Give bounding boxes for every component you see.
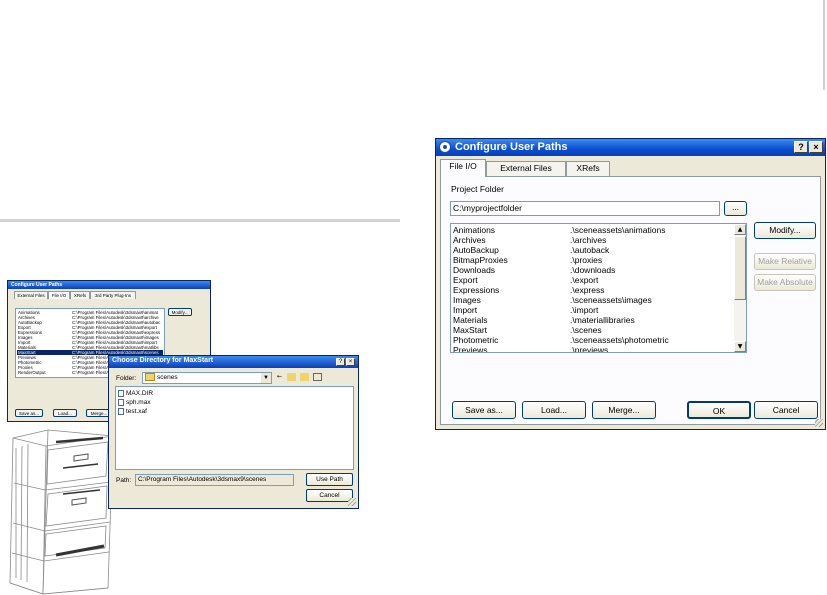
list-item[interactable]: sph.max — [118, 399, 151, 406]
folder-icon — [145, 373, 155, 382]
back-arrow-icon[interactable]: ← — [275, 373, 284, 381]
tab-file-io[interactable]: File I/O — [440, 159, 486, 177]
modify-button[interactable]: Modify... — [754, 222, 816, 239]
dialog-title: Configure User Paths — [455, 141, 568, 153]
new-folder-icon[interactable] — [300, 373, 309, 381]
list-item[interactable]: Animations .\sceneassets\animations — [451, 225, 731, 235]
save-as-button[interactable]: Save as... — [452, 401, 516, 419]
ok-button[interactable]: OK — [687, 401, 751, 419]
path-field: C:\Program Files\Autodesk\3dsmax9\scenes — [135, 474, 294, 486]
load-button[interactable]: Load... — [522, 401, 586, 419]
choose-dir-close-button[interactable]: × — [346, 358, 355, 366]
mini-title: Configure User Paths — [11, 282, 63, 288]
chevron-down-icon[interactable]: ▼ — [261, 373, 271, 383]
path-label: Path: — [116, 477, 132, 484]
list-item[interactable]: Downloads .\downloads — [451, 265, 731, 275]
mini-tab-3rd-party[interactable]: 3rd Party Plug-Ins — [90, 291, 136, 299]
section-divider — [0, 219, 400, 222]
cabinet-wireframe-illustration — [9, 429, 114, 595]
list-item[interactable]: Expressions .\express — [451, 285, 731, 295]
resize-grip-icon[interactable] — [815, 419, 823, 427]
resize-grip-icon[interactable] — [348, 498, 356, 506]
mini-tab-xrefs[interactable]: XRefs — [70, 291, 90, 299]
browse-button[interactable]: ... — [724, 201, 747, 216]
project-folder-label: Project Folder — [451, 184, 504, 194]
mini-save-as-button[interactable]: Save as... — [15, 409, 43, 417]
list-item[interactable]: BitmapProxies .\proxies — [451, 255, 731, 265]
list-item[interactable]: Materials .\materiallibraries — [451, 315, 731, 325]
list-item[interactable]: MaxStart .\scenes — [451, 325, 731, 335]
close-button[interactable]: × — [809, 141, 823, 153]
make-relative-button[interactable]: Make Relative — [754, 253, 816, 270]
cancel-button[interactable]: Cancel — [754, 401, 818, 419]
list-item[interactable]: Previews .\previews — [451, 345, 731, 352]
make-absolute-button[interactable]: Make Absolute — [754, 274, 816, 291]
list-item[interactable]: Archives .\archives — [451, 235, 731, 245]
list-item[interactable]: Photometric .\sceneassets\photometric — [451, 335, 731, 345]
list-item[interactable]: Import .\import — [451, 305, 731, 315]
folder-dropdown[interactable]: scenes ▼ — [142, 372, 272, 384]
up-folder-icon[interactable] — [287, 373, 296, 381]
tab-xrefs[interactable]: XRefs — [566, 161, 610, 176]
mini-load-button[interactable]: Load... — [53, 409, 77, 417]
configure-user-paths-dialog: Configure User Paths ? × File I/O Extern… — [435, 138, 826, 430]
mini-tab-file-io[interactable]: File I/O — [48, 291, 70, 299]
file-icon — [118, 399, 124, 406]
folder-label: Folder: — [116, 375, 137, 382]
view-menu-icon[interactable] — [313, 373, 322, 381]
title-bar: Configure User Paths ? × — [436, 139, 825, 156]
tab-external-files[interactable]: External Files — [486, 161, 566, 176]
scroll-down-icon[interactable]: ▼ — [734, 341, 746, 352]
choose-directory-dialog: Choose Directory for MaxStart ? × Folder… — [108, 355, 359, 509]
app-icon — [439, 141, 451, 153]
page-edge-rule — [823, 0, 825, 90]
mini-tab-external-files[interactable]: External Files — [14, 291, 48, 299]
choose-dir-title: Choose Directory for MaxStart — [112, 357, 214, 364]
merge-button[interactable]: Merge... — [592, 401, 656, 419]
mini-title-bar: Configure User Paths — [8, 281, 210, 289]
list-item[interactable]: MAX.DIR — [118, 390, 153, 397]
mini-modify-button[interactable]: Modify... — [168, 308, 192, 316]
choose-dir-help-button[interactable]: ? — [336, 358, 345, 366]
file-icon — [118, 408, 124, 415]
use-path-button[interactable]: Use Path — [306, 473, 353, 486]
choose-dir-title-bar: Choose Directory for MaxStart ? × — [109, 356, 358, 368]
file-icon — [118, 390, 124, 397]
list-item[interactable]: Images .\sceneassets\images — [451, 295, 731, 305]
scroll-up-icon[interactable]: ▲ — [734, 224, 746, 235]
list-item[interactable]: test.xaf — [118, 408, 147, 415]
help-button[interactable]: ? — [794, 141, 808, 153]
list-scrollbar[interactable]: ▲ ▼ — [734, 224, 746, 352]
paths-list[interactable]: Animations .\sceneassets\animations Archi… — [450, 223, 747, 353]
scroll-thumb[interactable] — [734, 236, 746, 300]
project-folder-field[interactable]: C:\myprojectfolder — [450, 201, 720, 216]
list-item[interactable]: Export .\export — [451, 275, 731, 285]
cancel-button[interactable]: Cancel — [306, 489, 353, 502]
file-list[interactable]: MAX.DIR sph.max test.xaf — [115, 386, 354, 470]
list-item[interactable]: AutoBackup .\autoback — [451, 245, 731, 255]
